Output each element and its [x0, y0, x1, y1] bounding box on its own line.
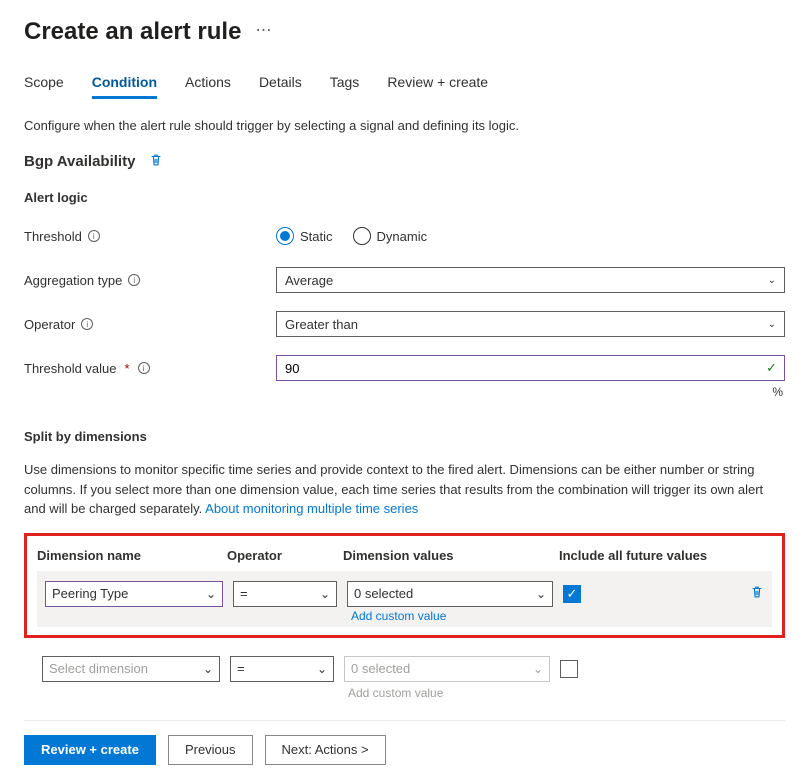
valid-check-icon: ✓	[766, 360, 777, 376]
threshold-static-label: Static	[300, 229, 333, 244]
dimension-values-select[interactable]: 0 selected ⌄	[347, 581, 553, 607]
col-header-future: Include all future values	[559, 548, 742, 563]
chevron-down-icon: ⌄	[768, 275, 776, 286]
col-header-operator: Operator	[227, 548, 343, 563]
dimensions-description: Use dimensions to monitor specific time …	[24, 460, 785, 519]
threshold-dynamic-label: Dynamic	[377, 229, 428, 244]
more-icon[interactable]: ⋯	[255, 20, 273, 40]
signal-name: Bgp Availability	[24, 153, 135, 170]
chevron-down-icon: ⌄	[317, 662, 327, 676]
operator-select[interactable]: Greater than ⌄	[276, 311, 785, 337]
tab-actions[interactable]: Actions	[185, 74, 231, 99]
threshold-value-input[interactable]	[276, 355, 785, 381]
dimensions-highlighted-box: Dimension name Operator Dimension values…	[24, 533, 785, 638]
operator-value: Greater than	[285, 317, 358, 332]
chevron-down-icon: ⌄	[206, 587, 216, 601]
aggregation-label: Aggregation type	[24, 273, 122, 288]
review-create-button[interactable]: Review + create	[24, 735, 156, 765]
tab-tags[interactable]: Tags	[330, 74, 360, 99]
dimension-name-select-empty[interactable]: Select dimension ⌄	[42, 656, 220, 682]
previous-button[interactable]: Previous	[168, 735, 253, 765]
col-header-name: Dimension name	[37, 548, 227, 563]
threshold-static-radio[interactable]: Static	[276, 227, 333, 245]
info-icon[interactable]: i	[81, 318, 93, 330]
threshold-dynamic-radio[interactable]: Dynamic	[353, 227, 428, 245]
include-future-checkbox[interactable]: ✓	[563, 585, 581, 603]
tab-description: Configure when the alert rule should tri…	[24, 118, 785, 133]
tab-review-create[interactable]: Review + create	[387, 74, 488, 99]
chevron-down-icon: ⌄	[536, 587, 546, 601]
threshold-unit: %	[24, 385, 785, 399]
add-custom-value-link[interactable]: Add custom value	[351, 609, 764, 623]
dimension-values-select-empty[interactable]: 0 selected ⌄	[344, 656, 550, 682]
dimension-name-select[interactable]: Peering Type ⌄	[45, 581, 223, 607]
tabs-bar: Scope Condition Actions Details Tags Rev…	[24, 74, 785, 100]
info-icon[interactable]: i	[88, 230, 100, 242]
col-header-values: Dimension values	[343, 548, 559, 563]
aggregation-select[interactable]: Average ⌄	[276, 267, 785, 293]
dimensions-header: Split by dimensions	[24, 429, 785, 444]
page-title: Create an alert rule	[24, 18, 241, 46]
next-button[interactable]: Next: Actions >	[265, 735, 386, 765]
delete-signal-icon[interactable]	[149, 153, 163, 170]
tab-scope[interactable]: Scope	[24, 74, 64, 99]
add-custom-value-disabled: Add custom value	[348, 686, 785, 700]
delete-dimension-icon[interactable]	[750, 585, 764, 602]
chevron-down-icon: ⌄	[533, 662, 543, 676]
tab-condition[interactable]: Condition	[92, 74, 157, 99]
dimension-operator-select[interactable]: = ⌄	[233, 581, 337, 607]
dimensions-link[interactable]: About monitoring multiple time series	[205, 501, 418, 516]
tab-details[interactable]: Details	[259, 74, 302, 99]
aggregation-value: Average	[285, 273, 333, 288]
threshold-value-label: Threshold value	[24, 361, 117, 376]
dimension-operator-select-empty[interactable]: = ⌄	[230, 656, 334, 682]
chevron-down-icon: ⌄	[320, 587, 330, 601]
info-icon[interactable]: i	[138, 362, 150, 374]
operator-label: Operator	[24, 317, 75, 332]
chevron-down-icon: ⌄	[203, 662, 213, 676]
include-future-checkbox-empty[interactable]	[560, 660, 578, 678]
threshold-label: Threshold	[24, 229, 82, 244]
alert-logic-header: Alert logic	[24, 190, 785, 205]
chevron-down-icon: ⌄	[768, 319, 776, 330]
info-icon[interactable]: i	[128, 274, 140, 286]
required-marker: *	[125, 361, 130, 376]
